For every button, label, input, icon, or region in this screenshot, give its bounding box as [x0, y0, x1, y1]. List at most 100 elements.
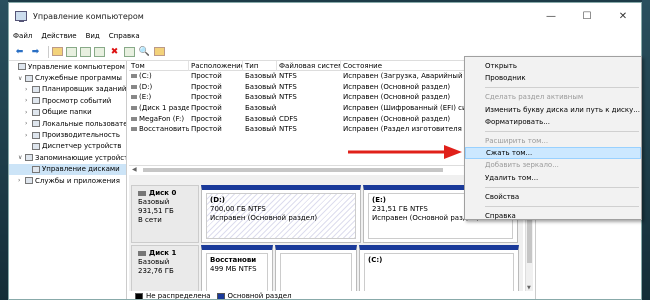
volume-icon	[131, 116, 137, 121]
expander-icon[interactable]: ›	[25, 120, 31, 127]
tree-item[interactable]: › Службы и приложения	[9, 175, 126, 186]
tree-item[interactable]: Диспетчер устройств	[9, 141, 126, 152]
volume-cell-text: Исправен (Раздел изготовителя обор	[343, 125, 482, 134]
scroll-left-icon[interactable]: ◀	[132, 166, 137, 173]
volume-cell-text: Базовый	[245, 93, 277, 102]
properties-icon[interactable]	[66, 46, 77, 57]
context-menu-item[interactable]: Сжать том...	[465, 147, 641, 160]
scrollbar-thumb[interactable]	[143, 168, 443, 172]
tree-item[interactable]: Управление дисками	[9, 163, 126, 175]
tree-item[interactable]: › Локальные пользовател	[9, 118, 126, 129]
tree-item-label: Просмотр событий	[42, 96, 112, 105]
disk-info[interactable]: Диск 0 Базовый 931,51 ГБ В сети	[131, 185, 199, 243]
check-icon[interactable]	[124, 46, 135, 57]
volume-cell-text: Простой	[191, 82, 222, 91]
tree-item[interactable]: › Производительность	[9, 129, 126, 140]
expander-icon[interactable]: ∨	[18, 75, 24, 82]
expander-icon[interactable]: ›	[25, 86, 31, 93]
volume-cell-text: NTFS	[279, 93, 297, 102]
tree-item-label: Общие папки	[42, 108, 92, 117]
tree-item[interactable]: › Просмотр событий	[9, 95, 126, 106]
context-menu-item: Сделать раздел активным	[485, 93, 584, 102]
volume-cell: NTFS	[277, 83, 341, 91]
desktop-background-left	[0, 0, 8, 300]
expander-icon[interactable]: ›	[25, 97, 31, 104]
tree-item-label: Запоминающие устройств	[35, 153, 127, 162]
volume-cell-text: Исправен (Основной раздел)	[343, 93, 451, 102]
tree-node-icon	[25, 177, 33, 185]
volume-cell: (D:)	[129, 83, 189, 91]
expander-icon[interactable]: ›	[18, 177, 24, 184]
search-icon[interactable]: 🔍	[138, 46, 151, 58]
partition-block[interactable]: (D:) 700,00 ГБ NTFS Исправен (Основной раз…	[201, 185, 361, 243]
scroll-down-icon[interactable]: ▼	[527, 285, 531, 291]
red-arrow-annotation	[348, 145, 462, 159]
folder-icon[interactable]	[52, 47, 63, 56]
volume-cell-text: Исправен (Шифрованный (EFI) систе	[343, 104, 479, 113]
expander-icon[interactable]: ∨	[18, 154, 24, 161]
volume-cell-text: NTFS	[279, 125, 297, 134]
volume-cell-text: (E:)	[139, 93, 152, 102]
context-menu-item[interactable]: Проводник	[465, 72, 641, 84]
menu-help[interactable]: Справка	[109, 32, 140, 40]
partition-name: (C:)	[368, 256, 383, 264]
disk-type: Базовый	[138, 258, 170, 266]
context-menu-item[interactable]: Изменить букву диска или путь к диску...	[465, 104, 641, 116]
close-button[interactable]: ✕	[605, 3, 641, 29]
volume-cell-text: (Диск 1 раздел 3)	[139, 104, 189, 113]
volume-cell: Базовый	[243, 104, 277, 112]
expander-icon[interactable]: ›	[25, 109, 31, 116]
disk-legend: Не распределена Основной раздел	[129, 291, 523, 299]
tree-item[interactable]: › Общие папки	[9, 107, 126, 118]
context-menu-item[interactable]: Удалить том...	[465, 172, 641, 184]
column-header-volume[interactable]: Том	[129, 61, 189, 71]
tree-node-icon	[18, 63, 26, 71]
forward-icon[interactable]: ➡	[29, 46, 42, 58]
volume-cell: NTFS	[277, 93, 341, 101]
minimize-button[interactable]: —	[533, 3, 569, 29]
folder-open-icon[interactable]	[154, 47, 165, 56]
context-menu-item[interactable]: Справка	[465, 210, 641, 222]
volume-cell-text: (D:)	[139, 82, 153, 91]
volume-cell: MegaFon (F:)	[129, 115, 189, 123]
tree-item[interactable]: ∨ Служебные программы	[9, 72, 126, 83]
navigation-tree: Управление компьютером (лс ∨ Служебные про…	[9, 61, 127, 299]
menu-file[interactable]: Файл	[13, 32, 32, 40]
disk-name: Диск 1	[149, 249, 177, 257]
title-bar[interactable]: Управление компьютером — ☐ ✕	[9, 3, 641, 29]
menu-view[interactable]: Вид	[86, 32, 100, 40]
disk-type: Базовый	[138, 198, 170, 206]
tree-item[interactable]: › Планировщик заданий	[9, 84, 126, 95]
delete-icon[interactable]: ✖	[108, 46, 121, 58]
toolbar-separator	[48, 45, 49, 58]
tree-item[interactable]: Управление компьютером (лс	[9, 61, 126, 72]
tree-node-icon	[32, 120, 40, 128]
tree-node-icon	[25, 154, 33, 162]
partition-name: (D:)	[210, 196, 226, 204]
connect-icon[interactable]	[94, 46, 105, 57]
maximize-button[interactable]: ☐	[569, 3, 605, 29]
context-menu-item[interactable]: Свойства	[465, 191, 641, 203]
context-menu-item: Расширить том...	[485, 137, 549, 146]
menu-separator	[485, 87, 639, 89]
tree-item-label: Управление компьютером (лс	[28, 62, 126, 71]
volume-cell: Базовый	[243, 93, 277, 101]
column-header-type[interactable]: Тип	[243, 61, 277, 71]
tree-item[interactable]: ∨ Запоминающие устройств	[9, 152, 126, 163]
context-menu-item[interactable]: Открыть	[465, 60, 641, 72]
back-icon[interactable]: ⬅	[13, 46, 26, 58]
volume-icon	[131, 74, 137, 79]
expander-icon[interactable]: ›	[25, 132, 31, 139]
column-header-filesystem[interactable]: Файловая система	[277, 61, 341, 71]
tree-node-icon	[32, 85, 40, 93]
volume-cell-text: Исправен (Основной раздел)	[343, 114, 451, 123]
partition-content: (D:) 700,00 ГБ NTFS Исправен (Основной раз…	[206, 193, 356, 239]
context-menu-item[interactable]: Форматировать...	[465, 116, 641, 128]
volume-cell: (C:)	[129, 72, 189, 80]
column-header-layout[interactable]: Расположение	[189, 61, 243, 71]
help-icon[interactable]	[80, 46, 91, 57]
volume-cell: Простой	[189, 115, 243, 123]
menu-action[interactable]: Действие	[41, 32, 76, 40]
volume-cell: Базовый	[243, 72, 277, 80]
tree-item-label: Планировщик заданий	[42, 85, 127, 94]
